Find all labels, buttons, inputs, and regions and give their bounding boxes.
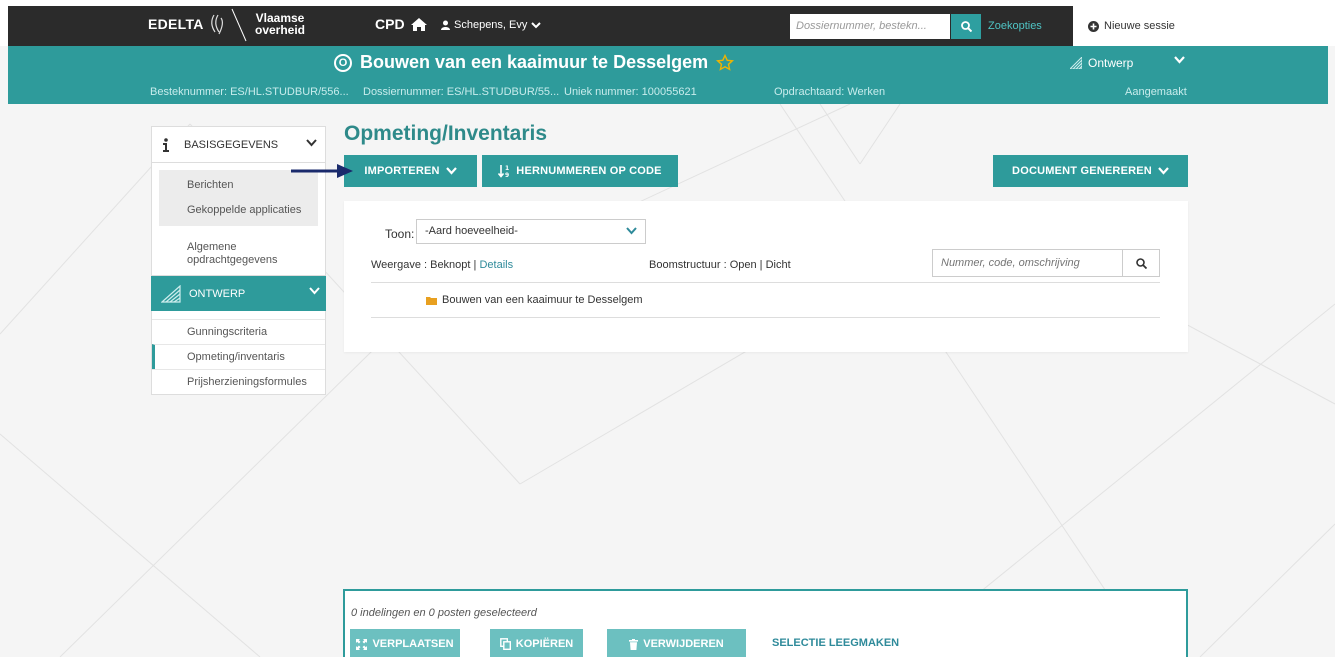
phase-selector[interactable]: Ontwerp: [1070, 56, 1133, 70]
divider: [371, 317, 1160, 318]
select-value: -Aard hoeveelheid-: [425, 225, 518, 237]
sidebar-item-label: opdrachtgegevens: [187, 254, 278, 266]
weergave-separator: |: [473, 259, 477, 271]
user-menu[interactable]: Schepens, Evy: [441, 19, 542, 31]
verwijderen-label: VERWIJDEREN: [643, 638, 724, 650]
sidebar-section-label: ONTWERP: [189, 287, 246, 300]
government-logo: Vlaamse overheid: [255, 12, 305, 36]
chevron-down-icon: [306, 139, 317, 147]
besteknummer: Besteknummer: ES/HL.STUDBUR/556...: [150, 86, 349, 98]
document-genereren-button[interactable]: DOCUMENT GENEREREN: [993, 155, 1188, 187]
gov-line2: overheid: [255, 23, 306, 37]
boomstructuur-toggle: Boomstructuur : Open | Dicht: [649, 259, 791, 271]
logo-divider-icon: [231, 8, 247, 42]
star-icon[interactable]: [716, 53, 735, 72]
verplaatsen-label: VERPLAATSEN: [372, 638, 454, 650]
new-session-label: Nieuwe sessie: [1104, 20, 1175, 32]
search-options-link[interactable]: Zoekopties: [988, 20, 1042, 32]
selection-count: 0 indelingen en 0 posten geselecteerd: [351, 607, 537, 619]
tree-item-label: Bouwen van een kaaimuur te Desselgem: [442, 294, 643, 306]
dossier-header: O Bouwen van een kaaimuur te Desselgem O…: [8, 46, 1328, 104]
sort-numeric-icon: 1 9: [498, 165, 509, 178]
move-icon: [356, 638, 368, 650]
sidebar-item-label: Algemene: [187, 241, 237, 253]
plus-circle-icon: [1088, 20, 1099, 32]
svg-text:9: 9: [505, 172, 509, 178]
brand-logo[interactable]: EDELTA: [148, 16, 204, 32]
toon-label: Toon:: [385, 227, 415, 241]
chevron-down-icon[interactable]: [1174, 56, 1185, 64]
dossier-title-text: Bouwen van een kaaimuur te Desselgem: [360, 52, 709, 72]
boom-separator: |: [759, 259, 763, 271]
lion-icon: [211, 14, 224, 35]
verwijderen-button[interactable]: VERWIJDEREN: [607, 629, 746, 657]
divider: [371, 282, 1160, 283]
chevron-down-icon: [531, 21, 542, 28]
chevron-down-icon: [626, 227, 637, 235]
boom-dicht[interactable]: Dicht: [766, 259, 791, 271]
inventaris-search-input[interactable]: [933, 250, 1123, 276]
new-session-button[interactable]: Nieuwe sessie: [1073, 6, 1335, 46]
sidebar-section-ontwerp[interactable]: ONTWERP: [151, 276, 326, 311]
chevron-down-icon: [309, 287, 320, 295]
chevron-down-icon: [1158, 167, 1169, 175]
verplaatsen-button[interactable]: VERPLAATSEN: [350, 629, 460, 657]
tree-item[interactable]: Bouwen van een kaaimuur te Desselgem: [426, 294, 643, 306]
sidebar-item-prijsherzieningsformules[interactable]: Prijsherzieningsformules: [152, 369, 325, 394]
phase-label: Ontwerp: [1088, 56, 1134, 70]
search-icon: [960, 21, 972, 32]
svg-text:1: 1: [505, 165, 509, 172]
weergave-details-link[interactable]: Details: [479, 259, 513, 271]
weergave-toggle: Weergave : Beknopt | Details: [371, 259, 513, 271]
app-home-link[interactable]: CPD: [375, 16, 427, 32]
top-bar: EDELTA Vlaamse overheid CPD Schepens, Ev…: [0, 0, 1335, 46]
boom-open[interactable]: Boomstructuur : Open: [649, 259, 757, 271]
dossier-search-input[interactable]: Dossiernummer, bestekn...: [790, 14, 950, 39]
inventaris-search-button[interactable]: [1123, 250, 1159, 276]
user-icon: [441, 20, 450, 30]
kopieren-label: KOPIËREN: [515, 638, 574, 650]
top-nav: EDELTA Vlaamse overheid CPD Schepens, Ev…: [8, 6, 1335, 46]
info-icon: [163, 137, 169, 152]
ontwerp-icon: [161, 284, 181, 303]
user-name: Schepens, Evy: [454, 19, 528, 31]
trash-icon: [629, 638, 639, 650]
search-button[interactable]: [951, 14, 981, 39]
app-name: CPD: [375, 16, 405, 32]
sidebar-item-algemene-opdrachtgegevens[interactable]: Algemene opdrachtgegevens: [151, 233, 326, 276]
chevron-down-icon: [445, 167, 457, 175]
sidebar-item-gekoppelde-applicaties[interactable]: Gekoppelde applicaties: [159, 198, 318, 223]
hernummeren-label: HERNUMMEREN OP CODE: [516, 165, 662, 177]
sidebar-item-opmeting-inventaris[interactable]: Opmeting/inventaris: [152, 344, 325, 369]
annotation-arrow-icon: [291, 164, 353, 178]
status-text: Aangemaakt: [1125, 86, 1187, 98]
dossiernummer: Dossiernummer: ES/HL.STUDBUR/55...: [363, 86, 560, 98]
home-icon: [410, 17, 427, 31]
selection-panel: 0 indelingen en 0 posten geselecteerd VE…: [343, 589, 1188, 657]
search-icon: [1135, 257, 1147, 269]
weergave-beknopt[interactable]: Weergave : Beknopt: [371, 259, 470, 271]
page-title: Opmeting/Inventaris: [344, 122, 548, 145]
sidebar-section-basisgegevens[interactable]: BASISGEGEVENS: [151, 126, 326, 163]
uniek-nummer: Uniek nummer: 100055621: [564, 86, 697, 98]
inventaris-panel: Toon: -Aard hoeveelheid- Weergave : Bekn…: [344, 201, 1188, 352]
sidebar-item-gunningscriteria[interactable]: Gunningscriteria: [152, 319, 325, 344]
importeren-label: IMPORTEREN: [364, 165, 440, 177]
aard-hoeveelheid-select[interactable]: -Aard hoeveelheid-: [416, 219, 646, 244]
inventaris-search: [932, 249, 1160, 277]
document-genereren-label: DOCUMENT GENEREREN: [1012, 165, 1152, 177]
sidebar-section-label: BASISGEGEVENS: [184, 138, 279, 151]
folder-icon: [426, 296, 437, 305]
hernummeren-button[interactable]: 1 9 HERNUMMEREN OP CODE: [482, 155, 678, 187]
ontwerp-icon: [1070, 57, 1082, 69]
selectie-leegmaken-link[interactable]: SELECTIE LEEGMAKEN: [772, 637, 899, 649]
sidebar-ontwerp-list: Gunningscriteria Opmeting/inventaris Pri…: [151, 311, 326, 395]
importeren-button[interactable]: IMPORTEREN: [344, 155, 477, 187]
dossier-title: O Bouwen van een kaaimuur te Desselgem: [334, 52, 735, 73]
opdrachtaard: Opdrachtaard: Werken: [774, 86, 886, 98]
phase-badge: O: [334, 53, 352, 72]
kopieren-button[interactable]: KOPIËREN: [490, 629, 583, 657]
copy-icon: [499, 638, 511, 650]
